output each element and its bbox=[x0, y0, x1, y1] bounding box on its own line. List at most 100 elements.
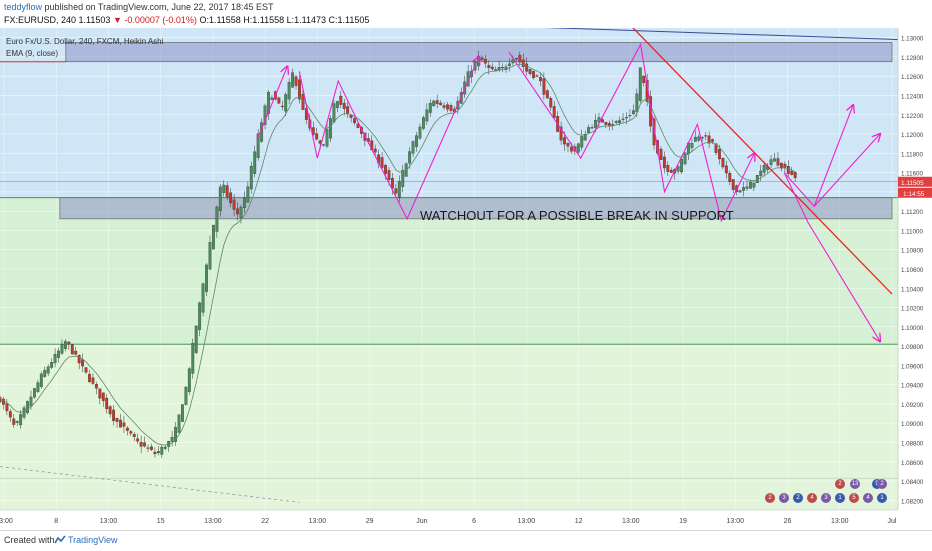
economic-event-marker[interactable]: 4 bbox=[807, 493, 817, 503]
candle-body bbox=[253, 151, 257, 174]
candle-body bbox=[580, 136, 584, 148]
candle-body bbox=[563, 137, 566, 145]
candle-body bbox=[63, 341, 67, 349]
change-label: -0.00007 (-0.01%) bbox=[124, 15, 197, 25]
candle-body bbox=[384, 165, 387, 174]
candle-body bbox=[15, 421, 19, 423]
candle-body bbox=[446, 104, 449, 110]
candle-body bbox=[745, 186, 749, 189]
candle-body bbox=[181, 404, 184, 422]
author-link[interactable]: teddyflow bbox=[4, 2, 42, 12]
candle-body bbox=[600, 119, 604, 123]
candle-body bbox=[287, 82, 291, 100]
price-tick-label: 1.09200 bbox=[901, 402, 924, 409]
candle-body bbox=[707, 135, 711, 144]
candle-body bbox=[298, 79, 301, 100]
candle-body bbox=[156, 451, 160, 454]
candle-body bbox=[129, 431, 133, 434]
candle-body bbox=[26, 401, 29, 413]
ohlc-label: O:1.11558 H:1.11558 L:1.11473 C:1.11505 bbox=[199, 15, 370, 25]
time-tick-label: 19 bbox=[679, 518, 687, 525]
economic-event-marker[interactable]: 1 bbox=[835, 493, 845, 503]
candle-body bbox=[642, 75, 646, 83]
candle-body bbox=[604, 122, 608, 125]
candle-body bbox=[94, 384, 98, 389]
tradingview-brand[interactable]: TradingView bbox=[68, 535, 118, 545]
candle-body bbox=[294, 76, 298, 86]
candle-body bbox=[501, 66, 505, 69]
economic-event-marker[interactable]: 5 bbox=[849, 493, 859, 503]
price-tick-label: 1.09800 bbox=[901, 344, 924, 351]
candle-body bbox=[163, 446, 167, 449]
economic-event-marker[interactable]: 2 bbox=[877, 479, 887, 489]
candle-body bbox=[353, 118, 356, 123]
candle-body bbox=[731, 179, 735, 190]
candle-body bbox=[552, 106, 556, 118]
price-tick-label: 1.12800 bbox=[901, 55, 924, 62]
candle-body bbox=[373, 148, 377, 153]
candle-body bbox=[125, 427, 129, 431]
time-tick-label: 22 bbox=[261, 518, 269, 525]
candle-body bbox=[301, 94, 305, 110]
economic-event-marker[interactable]: 13 bbox=[850, 479, 860, 489]
candle-body bbox=[669, 170, 673, 173]
economic-event-marker[interactable]: 3 bbox=[821, 493, 831, 503]
chart-root: teddyflow published on TradingView.com, … bbox=[0, 0, 932, 551]
economic-event-marker[interactable]: 2 bbox=[835, 479, 845, 489]
candle-body bbox=[218, 186, 222, 212]
candle-body bbox=[70, 344, 74, 355]
candle-body bbox=[759, 170, 763, 176]
candle-body bbox=[415, 135, 418, 147]
publish-line: teddyflow published on TradingView.com, … bbox=[4, 2, 274, 12]
down-arrow-icon: ▼ bbox=[112, 15, 122, 25]
candle-body bbox=[749, 182, 752, 189]
candle-body bbox=[225, 185, 229, 198]
candle-body bbox=[139, 442, 143, 447]
candle-body bbox=[421, 117, 425, 129]
candle-body bbox=[625, 117, 628, 119]
candle-body bbox=[342, 103, 346, 109]
economic-event-marker[interactable]: 4 bbox=[863, 493, 873, 503]
candle-body bbox=[432, 100, 436, 107]
price-tick-label: 1.13000 bbox=[901, 36, 924, 43]
candle-body bbox=[387, 170, 391, 180]
candle-body bbox=[136, 438, 140, 442]
candle-body bbox=[783, 164, 787, 168]
candle-body bbox=[239, 207, 243, 218]
ema-indicator-label[interactable]: EMA (9, close) bbox=[6, 48, 163, 60]
candle-body bbox=[786, 165, 790, 174]
candle-body bbox=[108, 406, 112, 415]
candle-body bbox=[397, 180, 401, 198]
bg-region-lower bbox=[0, 344, 898, 510]
time-axis[interactable] bbox=[0, 510, 932, 530]
candle-body bbox=[146, 447, 150, 449]
candle-body bbox=[680, 158, 684, 173]
candle-body bbox=[39, 373, 43, 387]
price-tick-label: 1.08800 bbox=[901, 441, 924, 448]
candle-body bbox=[98, 388, 102, 399]
footer: Created with TradingView bbox=[0, 530, 932, 551]
candle-body bbox=[160, 446, 164, 455]
candle-body bbox=[325, 129, 329, 147]
candle-body bbox=[198, 302, 202, 330]
economic-event-marker[interactable]: 3 bbox=[779, 493, 789, 503]
time-tick-label: 6 bbox=[472, 518, 476, 525]
last-price-label: 1.11503 bbox=[78, 15, 111, 25]
economic-event-marker[interactable]: 2 bbox=[765, 493, 775, 503]
candle-body bbox=[33, 388, 36, 398]
economic-event-marker[interactable]: 2 bbox=[793, 493, 803, 503]
candle-body bbox=[776, 158, 780, 166]
candle-body bbox=[346, 106, 350, 114]
price-chart[interactable]: 1.13000 1.12800 1.12600 1.12400 1.12200 1.120… bbox=[0, 28, 932, 530]
price-tick-label: 1.12000 bbox=[901, 132, 924, 139]
candle-body bbox=[587, 127, 591, 133]
candle-body bbox=[659, 148, 663, 161]
candle-body bbox=[249, 165, 253, 190]
chart-legend: Euro Fx/U.S. Dollar, 240, FXCM, Heikin A… bbox=[6, 36, 163, 60]
candle-body bbox=[411, 141, 415, 154]
candle-body bbox=[428, 103, 432, 113]
candle-body bbox=[242, 197, 246, 208]
economic-event-marker[interactable]: 1 bbox=[877, 493, 887, 503]
price-tick-label: 1.11200 bbox=[901, 209, 923, 216]
candle-body bbox=[46, 366, 50, 374]
